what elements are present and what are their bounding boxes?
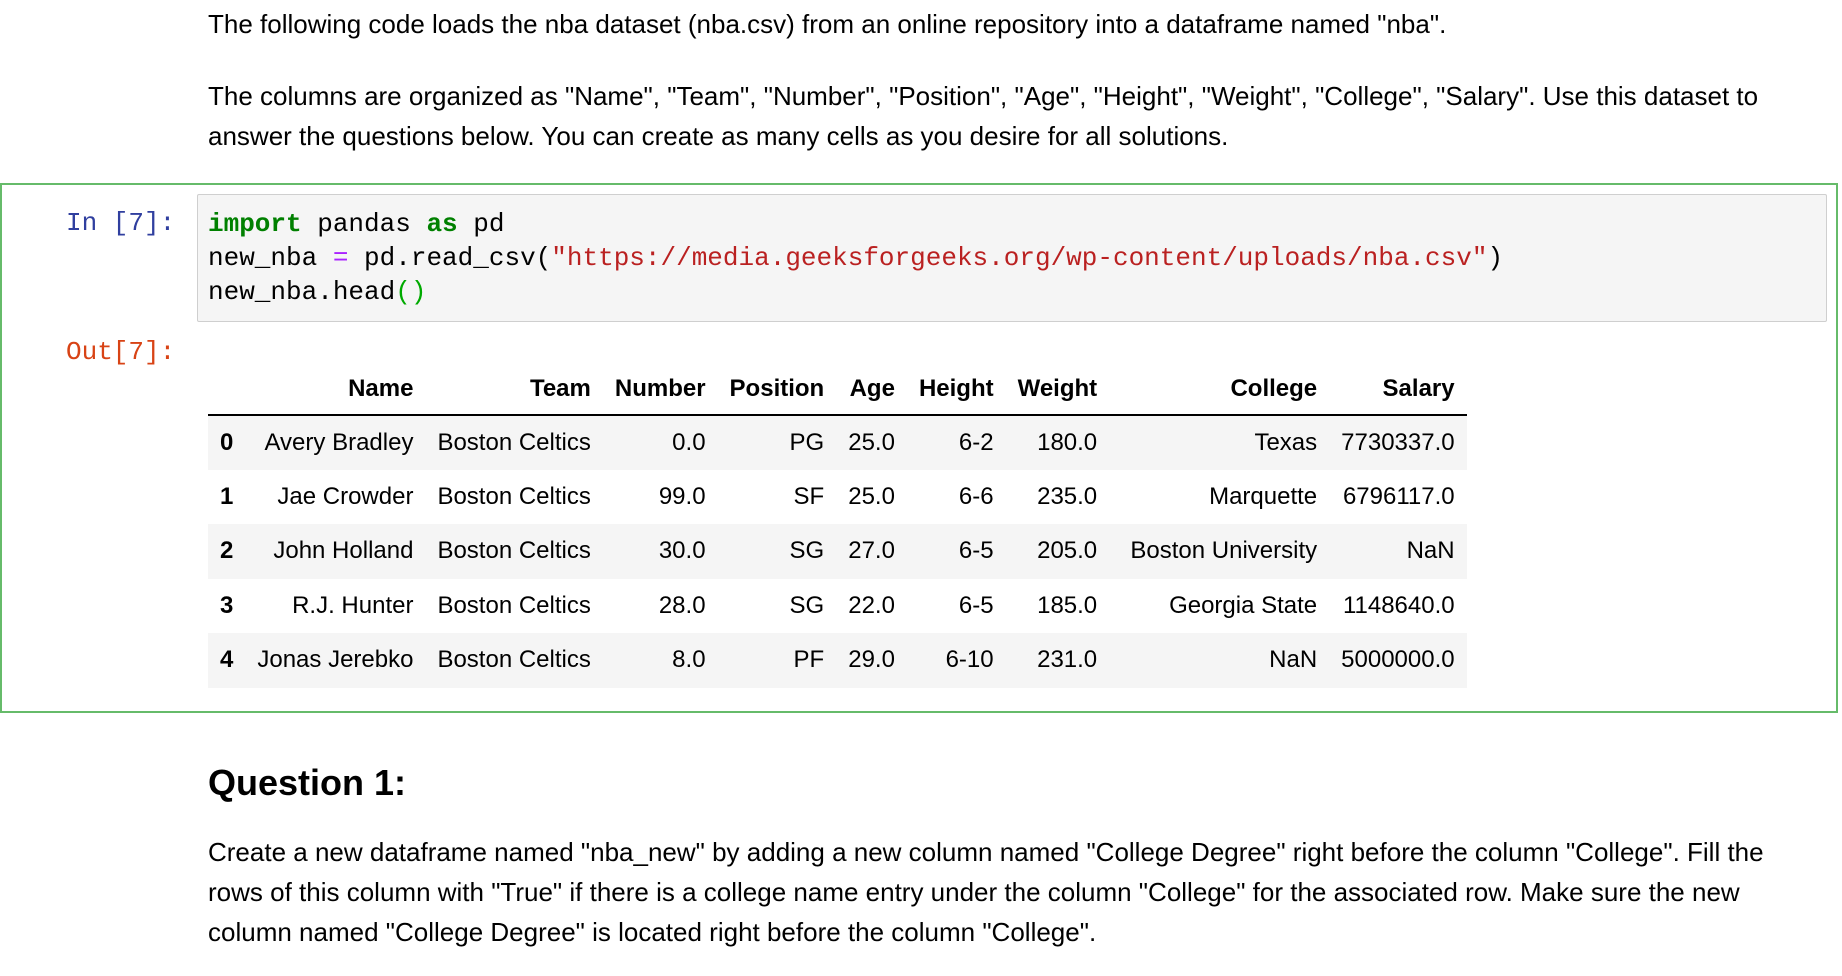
table-row: 4 Jonas Jerebko Boston Celtics 8.0 PF 29… <box>208 633 1467 688</box>
table-cell: 185.0 <box>1037 591 1098 619</box>
table-cell: 6-6 <box>958 482 994 510</box>
index-header <box>208 364 246 416</box>
table-cell: 99.0 <box>658 482 706 510</box>
table-cell: Jonas Jerebko <box>257 646 414 674</box>
table-cell: Avery Bradley <box>264 428 414 456</box>
question-1-paragraph: Create a new dataframe named "nba_new" b… <box>208 832 1808 952</box>
table-cell: 1148640.0 <box>1342 591 1455 619</box>
row-index: 0 <box>220 428 234 456</box>
table-cell: Boston Celtics <box>437 482 591 510</box>
table-cell: SF <box>793 482 825 510</box>
table-cell: 28.0 <box>658 591 706 619</box>
table-cell: 6796117.0 <box>1342 482 1455 510</box>
column-header: Number <box>602 364 718 416</box>
table-cell: 6-5 <box>958 537 994 565</box>
column-header: Salary <box>1329 364 1467 416</box>
table-cell: 25.0 <box>848 482 895 510</box>
table-cell: Marquette <box>1209 482 1318 510</box>
table-cell: SG <box>789 591 825 619</box>
table-cell: 27.0 <box>848 537 895 565</box>
code-keyword-import: import <box>208 209 302 239</box>
table-cell: NaN <box>1269 646 1318 674</box>
code-token: pandas <box>301 209 427 239</box>
code-string: "https://media.geeksforgeeks.org/wp-cont… <box>551 243 1488 273</box>
intro-paragraph-2: The columns are organized as "Name", "Te… <box>208 76 1808 156</box>
table-row: 0 Avery Bradley Boston Celtics 0.0 PG 25… <box>208 415 1467 470</box>
table-cell: 29.0 <box>848 646 895 674</box>
code-parens: () <box>395 277 427 307</box>
code-token: pd <box>457 209 505 239</box>
question-1-heading: Question 1: <box>208 762 407 803</box>
code-text: import pandas as pd new_nba = pd.read_cs… <box>208 207 1503 309</box>
table-cell: Georgia State <box>1169 591 1318 619</box>
column-header: Height <box>906 364 1006 416</box>
table-cell: 6-2 <box>958 428 994 456</box>
table-cell: 6-10 <box>945 646 994 674</box>
table-cell: Jae Crowder <box>277 482 414 510</box>
output-prompt: Out[7]: <box>66 337 176 367</box>
table-cell: Boston Celtics <box>437 646 591 674</box>
table-cell: Texas <box>1254 428 1318 456</box>
intro-text-2: The columns are organized as "Name", "Te… <box>208 81 1759 151</box>
row-index: 4 <box>220 646 234 674</box>
table-cell: 25.0 <box>848 428 895 456</box>
table-cell: 0.0 <box>672 428 706 456</box>
column-header: Weight <box>1005 364 1110 416</box>
table-cell: NaN <box>1406 537 1455 565</box>
table-cell: R.J. Hunter <box>292 591 414 619</box>
column-header: Team <box>425 364 603 416</box>
table-row: 3 R.J. Hunter Boston Celtics 28.0 SG 22.… <box>208 579 1467 634</box>
column-header: Name <box>245 364 426 416</box>
column-header: College <box>1109 364 1330 416</box>
intro-paragraph-1: The following code loads the nba dataset… <box>208 4 1808 44</box>
row-index: 3 <box>220 591 234 619</box>
table-cell: Boston Celtics <box>437 591 591 619</box>
table-cell: 7730337.0 <box>1341 428 1455 456</box>
table-cell: 30.0 <box>658 537 706 565</box>
table-cell: Boston Celtics <box>437 537 591 565</box>
table-row: 2 John Holland Boston Celtics 30.0 SG 27… <box>208 524 1467 579</box>
table-cell: 6-5 <box>958 591 994 619</box>
table-cell: 231.0 <box>1037 646 1098 674</box>
table-cell: SG <box>789 537 825 565</box>
intro-text-1: The following code loads the nba dataset… <box>208 9 1447 39</box>
table-cell: 205.0 <box>1037 537 1098 565</box>
table-cell: 180.0 <box>1037 428 1098 456</box>
row-index: 1 <box>220 482 234 510</box>
code-token: pd.read_csv( <box>348 243 552 273</box>
column-header: Age <box>836 364 907 416</box>
table-cell: 8.0 <box>672 646 706 674</box>
table-cell: PG <box>789 428 825 456</box>
table-cell: 22.0 <box>848 591 895 619</box>
dataframe-table: Name Team Number Position Age Height Wei… <box>208 364 1467 688</box>
code-keyword-as: as <box>426 209 458 239</box>
table-cell: John Holland <box>273 537 414 565</box>
code-token: new_nba <box>208 243 333 273</box>
question-1-text: Create a new dataframe named "nba_new" b… <box>208 837 1764 947</box>
code-editor[interactable]: import pandas as pd new_nba = pd.read_cs… <box>197 194 1827 322</box>
table-cell: Boston Celtics <box>437 428 591 456</box>
table-cell: PF <box>793 646 825 674</box>
table-cell: 235.0 <box>1037 482 1098 510</box>
row-index: 2 <box>220 537 234 565</box>
table-header-row: Name Team Number Position Age Height Wei… <box>208 364 1467 416</box>
table-cell: Boston University <box>1130 537 1318 565</box>
input-prompt: In [7]: <box>66 208 176 238</box>
code-token: ) <box>1487 243 1504 273</box>
table-row: 1 Jae Crowder Boston Celtics 99.0 SF 25.… <box>208 470 1467 525</box>
code-token: new_nba.head <box>208 277 396 307</box>
code-operator: = <box>332 243 349 273</box>
column-header: Position <box>717 364 837 416</box>
table-cell: 5000000.0 <box>1341 646 1455 674</box>
